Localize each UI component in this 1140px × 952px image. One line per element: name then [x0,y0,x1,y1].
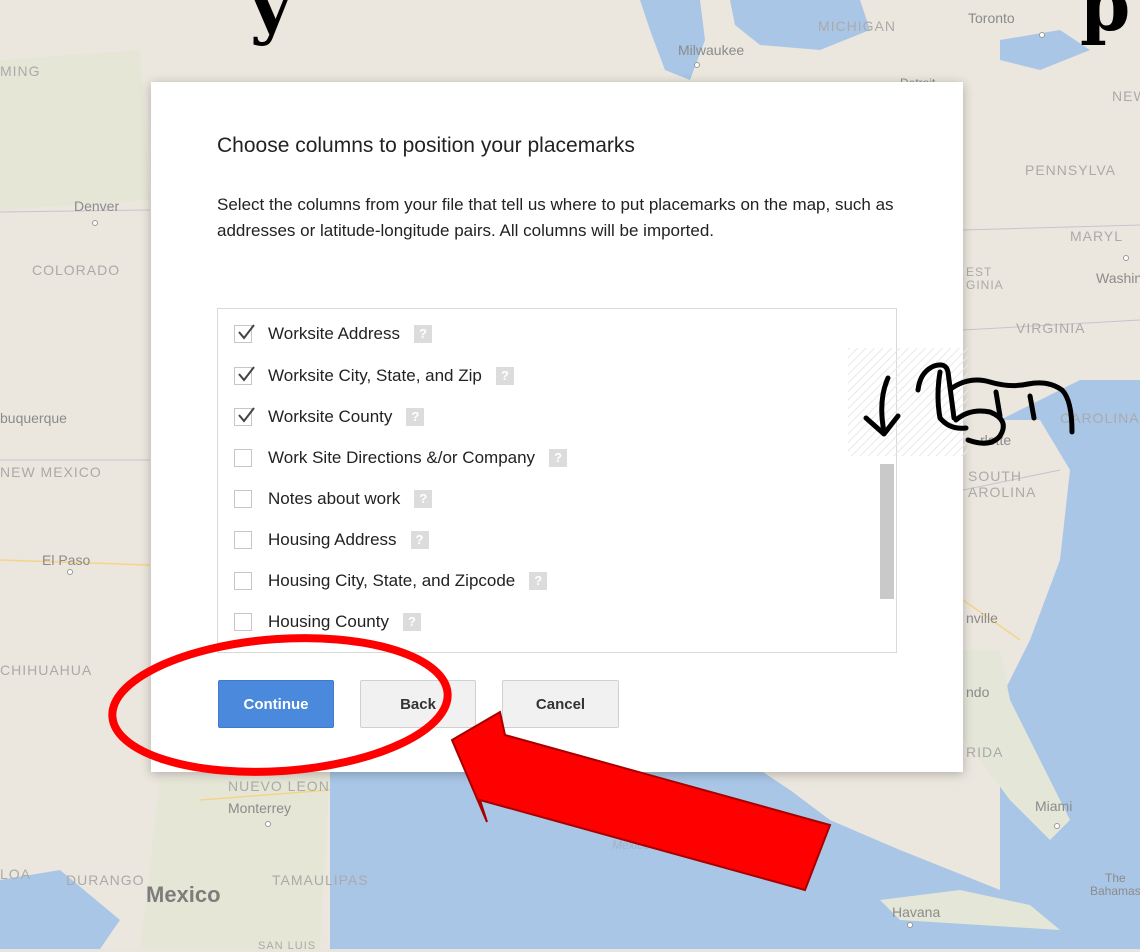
map-label-durango: DURANGO [66,872,145,888]
column-item-worksite-county[interactable]: Worksite County ? [234,402,425,432]
checkmark-icon [238,324,255,340]
map-label-virginia: VIRGINIA [1016,320,1086,336]
map-label-sinaloa: LOA [0,866,32,882]
help-icon[interactable]: ? [549,449,568,467]
cancel-button[interactable]: Cancel [502,680,619,728]
column-item-housing-city-state-zipcode[interactable]: Housing City, State, and Zipcode ? [234,566,548,596]
column-item-notes-about-work[interactable]: Notes about work ? [234,484,433,514]
map-label-west-virginia: EST GINIA [966,265,1004,292]
column-item-worksite-address[interactable]: Worksite Address ? [234,319,432,349]
continue-button[interactable]: Continue [218,680,334,728]
map-label-new-mexico: NEW MEXICO [0,464,102,480]
map-label-monterrey: Monterrey [228,800,292,816]
help-icon[interactable]: ? [413,325,432,343]
column-item-work-site-directions[interactable]: Work Site Directions &/or Company ? [234,443,568,473]
map-label-denver: Denver [74,198,120,214]
column-list[interactable]: Worksite Address ? Worksite City, State,… [217,308,897,653]
map-label-maryland: MARYL [1070,228,1123,244]
scrollbar-track[interactable] [880,309,896,652]
back-button[interactable]: Back [360,680,476,728]
map-label-albuquerque: buquerque [0,410,67,426]
help-icon[interactable]: ? [414,490,433,508]
map-label-toronto: Toronto [968,10,1015,26]
checkbox-checked[interactable] [234,407,255,426]
help-icon[interactable]: ? [529,572,548,590]
map-label-wyoming: MING [0,63,41,79]
map-label-charlotte: rlotte [980,432,1012,448]
checkbox-unchecked[interactable] [234,449,252,467]
banner-heading-right: p [1080,0,1131,47]
checkbox-unchecked[interactable] [234,572,252,590]
column-label: Housing City, State, and Zipcode [268,571,516,590]
map-label-gulf-of-mexico: Gulf of Mexico [612,825,651,852]
column-label: Worksite Address [268,324,400,343]
column-label: Notes about work [268,489,401,508]
map-label-new-york: NEW [1112,88,1140,104]
map-label-south-carolina: SOUTH AROLINA [968,468,1037,500]
map-label-chihuahua: CHIHUAHUA [0,662,93,678]
checkbox-unchecked[interactable] [234,531,252,549]
checkmark-icon [238,407,255,423]
map-label-pennsylvania: PENNSYLVA [1025,162,1116,178]
column-label: Worksite City, State, and Zip [268,366,482,385]
column-item-housing-county[interactable]: Housing County ? [234,607,421,637]
checkmark-icon [238,366,255,382]
map-label-washington: Washing [1096,270,1140,286]
map-label-nuevo-leon: NUEVO LEON [228,778,330,794]
banner-heading-left: y [250,0,292,47]
dialog-title: Choose columns to position your placemar… [217,134,635,157]
map-label-miami: Miami [1035,798,1073,814]
column-label: Housing County [268,612,389,631]
column-item-worksite-city-state-zip[interactable]: Worksite City, State, and Zip ? [234,361,514,391]
column-label: Worksite County [268,407,393,426]
map-label-milwaukee: Milwaukee [678,42,745,58]
scrollbar-thumb[interactable] [880,464,894,599]
map-label-el-paso: El Paso [42,552,91,568]
map-label-michigan: MICHIGAN [818,18,896,34]
checkbox-checked[interactable] [234,324,255,343]
map-label-mexico: Mexico [146,882,221,907]
choose-columns-dialog: Choose columns to position your placemar… [151,82,963,772]
column-label: Work Site Directions &/or Company [268,448,536,467]
checkbox-checked[interactable] [234,366,255,385]
help-icon[interactable]: ? [410,531,429,549]
map-label-colorado: COLORADO [32,262,121,278]
checkbox-unchecked[interactable] [234,490,252,508]
map-label-bahamas: The Bahamas [1090,871,1140,898]
map-label-orlando: ndo [966,684,990,700]
dialog-description: Select the columns from your file that t… [217,195,894,240]
help-icon[interactable]: ? [402,613,421,631]
column-item-housing-address[interactable]: Housing Address ? [234,525,429,555]
help-icon[interactable]: ? [495,367,514,385]
help-icon[interactable]: ? [406,408,425,426]
map-label-florida: RIDA [966,744,1004,760]
map-label-carolina: CAROLINA [1060,410,1140,426]
checkbox-unchecked[interactable] [234,613,252,631]
map-label-tamaulipas: TAMAULIPAS [272,872,369,888]
map-label-havana: Havana [892,904,941,920]
column-label: Housing Address [268,530,397,549]
map-label-san-luis: SAN LUIS [258,940,317,952]
map-label-jacksonville: nville [966,610,998,626]
